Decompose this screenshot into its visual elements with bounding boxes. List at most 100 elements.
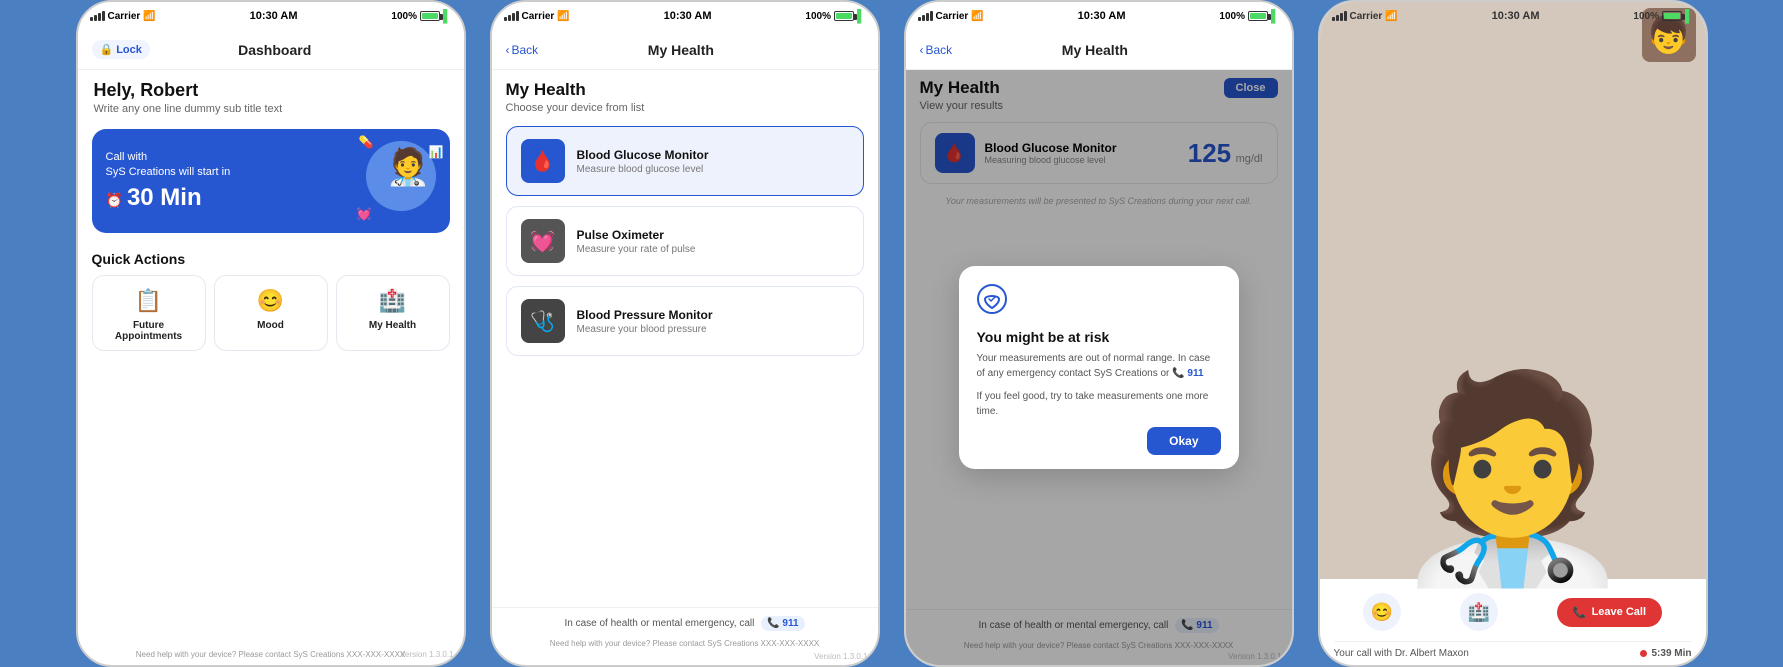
risk-modal-icon [977, 284, 1221, 321]
timer-dot [1640, 650, 1647, 657]
qa-mood[interactable]: 😊 Mood [214, 275, 328, 351]
risk-modal-title: You might be at risk [977, 329, 1221, 345]
health-call-button[interactable]: 🏥 [1460, 593, 1498, 631]
screen1-dashboard: Carrier 📶 10:30 AM 100% ▌ 🔒 Lock Dashboa… [76, 0, 466, 667]
carrier-label-2: Carrier [522, 11, 555, 22]
wifi-icon-2: 📶 [557, 11, 569, 22]
status-bar-1: Carrier 📶 10:30 AM 100% ▌ [78, 2, 464, 30]
qa-my-health[interactable]: 🏥 My Health [336, 275, 450, 351]
call-timer: 5:39 Min [1640, 648, 1691, 659]
call-countdown: 30 Min [127, 184, 202, 212]
nav-bar-1: 🔒 Lock Dashboard [78, 30, 464, 70]
mood-call-button[interactable]: 😊 [1363, 593, 1401, 631]
device-list: 🩸 Blood Glucose Monitor Measure blood gl… [492, 118, 878, 374]
time-label-4: 10:30 AM [1492, 10, 1540, 22]
call-911-btn-2[interactable]: 📞 911 [761, 616, 804, 631]
call-doctor-info: Your call with Dr. Albert Maxon [1334, 648, 1469, 659]
risk-modal-body: Your measurements are out of normal rang… [977, 351, 1221, 381]
wifi-icon: 📶 [143, 11, 155, 22]
doctor-illustration: 🧑‍⚕️ 💊 📊 💓 [356, 141, 436, 221]
version-2: Version 1.3.0.1 [492, 652, 878, 665]
battery-pct: 100% [391, 11, 417, 22]
quick-actions-section: Quick Actions 📋 Future Appointments 😊 Mo… [78, 241, 464, 357]
wifi-icon-3: 📶 [971, 11, 983, 22]
bp-desc: Measure your blood pressure [577, 324, 713, 335]
time-label: 10:30 AM [250, 10, 298, 22]
results-content: My Health View your results Close 🩸 Bloo… [906, 70, 1292, 665]
glucose-info: Blood Glucose Monitor Measure blood gluc… [577, 148, 709, 175]
screen3-results: Carrier 📶 10:30 AM 100% ▌ ‹ Back My Heal… [904, 0, 1294, 667]
lock-button[interactable]: 🔒 Lock [92, 40, 150, 59]
video-call-background: 🧑‍⚕️ 👦 [1320, 2, 1706, 579]
call-time-display: 5:39 Min [1651, 648, 1691, 659]
user-greeting: Hely, Robert [94, 80, 448, 101]
glucose-desc: Measure blood glucose level [577, 164, 709, 175]
quick-actions-grid: 📋 Future Appointments 😊 Mood 🏥 My Health [92, 275, 450, 351]
doctor-emoji: 🧑‍⚕️ [1388, 379, 1637, 579]
qa-future-appointments[interactable]: 📋 Future Appointments [92, 275, 206, 351]
wifi-icon-4: 📶 [1385, 11, 1397, 22]
mood-call-icon: 😊 [1371, 602, 1393, 623]
back-chevron-icon: ‹ [506, 43, 510, 57]
lock-icon: 🔒 [100, 43, 114, 56]
risk-modal: You might be at risk Your measurements a… [959, 266, 1239, 469]
main-doctor-figure: 🧑‍⚕️ [1320, 30, 1706, 579]
device-card-glucose[interactable]: 🩸 Blood Glucose Monitor Measure blood gl… [506, 126, 864, 196]
quick-actions-title: Quick Actions [92, 251, 450, 267]
emergency-bar-2: In case of health or mental emergency, c… [492, 607, 878, 639]
screen4-video-call: Carrier 📶 10:30 AM 100% ▌ 🧑‍⚕️ 👦 [1318, 0, 1708, 667]
nav-title-1: Dashboard [150, 42, 400, 58]
call-action-buttons: 😊 🏥 📞 Leave Call [1334, 589, 1692, 635]
myhealth-subtitle-2: Choose your device from list [506, 102, 864, 114]
pulse-info: Pulse Oximeter Measure your rate of puls… [577, 228, 696, 255]
pulse-desc: Measure your rate of pulse [577, 244, 696, 255]
time-label-3: 10:30 AM [1078, 10, 1126, 22]
myhealth-title-2: My Health [506, 80, 864, 100]
leave-call-label: Leave Call [1592, 606, 1646, 618]
leave-call-button[interactable]: 📞 Leave Call [1557, 598, 1662, 627]
mood-icon: 😊 [257, 288, 284, 314]
call-banner: Call with SyS Creations will start in ⏰ … [92, 129, 450, 233]
status-bar-2: Carrier 📶 10:30 AM 100% ▌ [492, 2, 878, 30]
carrier-label-4: Carrier [1350, 11, 1383, 22]
dashboard-content: Hely, Robert Write any one line dummy su… [78, 70, 464, 665]
version-1: Version 1.3.0.1 [400, 650, 453, 659]
appointments-icon: 📋 [135, 288, 162, 314]
pulse-name: Pulse Oximeter [577, 228, 696, 242]
dashboard-header: Hely, Robert Write any one line dummy su… [78, 70, 464, 121]
video-call-screen: 🧑‍⚕️ 👦 😊 🏥 📞 Le [1320, 2, 1706, 665]
carrier-label-3: Carrier [936, 11, 969, 22]
okay-button[interactable]: Okay [1147, 427, 1220, 455]
device-card-bp[interactable]: 🩺 Blood Pressure Monitor Measure your bl… [506, 286, 864, 356]
health-icon: 🏥 [379, 288, 406, 314]
risk-modal-body2: If you feel good, try to take measuremen… [977, 389, 1221, 419]
device-list-content: My Health Choose your device from list 🩸… [492, 70, 878, 665]
greeting-subtitle: Write any one line dummy sub title text [94, 103, 448, 115]
call-controls: 😊 🏥 📞 Leave Call Your call with Dr. Albe… [1320, 579, 1706, 665]
nav-title-2: My Health [538, 42, 823, 58]
back-button-2[interactable]: ‹ Back [506, 43, 539, 57]
status-bar-3: Carrier 📶 10:30 AM 100% ▌ [906, 2, 1292, 30]
glucose-icon: 🩸 [521, 139, 565, 183]
back-button-3[interactable]: ‹ Back [920, 43, 953, 57]
mood-label: Mood [257, 320, 284, 331]
glucose-name: Blood Glucose Monitor [577, 148, 709, 162]
nav-bar-2: ‹ Back My Health [492, 30, 878, 70]
nav-bar-3: ‹ Back My Health [906, 30, 1292, 70]
device-card-pulse[interactable]: 💓 Pulse Oximeter Measure your rate of pu… [506, 206, 864, 276]
footer-2: Need help with your device? Please conta… [492, 639, 878, 648]
bp-icon: 🩺 [521, 299, 565, 343]
bp-name: Blood Pressure Monitor [577, 308, 713, 322]
bp-info: Blood Pressure Monitor Measure your bloo… [577, 308, 713, 335]
pulse-icon: 💓 [521, 219, 565, 263]
back-chevron-icon-3: ‹ [920, 43, 924, 57]
risk-modal-overlay: You might be at risk Your measurements a… [906, 70, 1292, 665]
carrier-label: Carrier [108, 11, 141, 22]
screen2-device-list: Carrier 📶 10:30 AM 100% ▌ ‹ Back My Heal… [490, 0, 880, 667]
modal-911: 📞 911 [1172, 368, 1203, 379]
appointments-label: Future Appointments [99, 320, 199, 342]
call-banner-text: Call with SyS Creations will start in ⏰ … [106, 151, 231, 212]
health-label: My Health [369, 320, 416, 331]
status-bar-4: Carrier 📶 10:30 AM 100% ▌ [1320, 2, 1706, 30]
health-call-icon: 🏥 [1468, 602, 1490, 623]
